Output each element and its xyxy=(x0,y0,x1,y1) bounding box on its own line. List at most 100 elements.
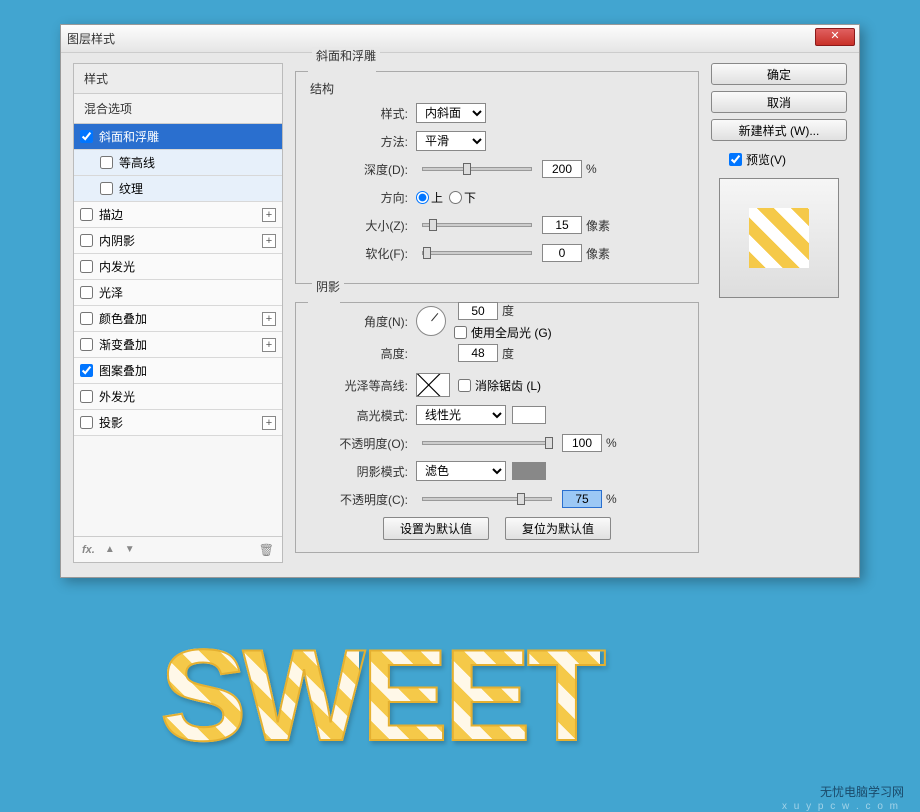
styles-list-panel: 样式 混合选项 斜面和浮雕等高线纹理描边 + 内阴影 + 内发光光泽颜色叠加 + 渐变叠加 +… xyxy=(73,63,283,563)
highlight-opacity-label: 不透明度(O): xyxy=(308,435,408,452)
structure-label: 结构 xyxy=(310,80,686,97)
shadow-color-swatch[interactable] xyxy=(512,462,546,480)
style-item-6[interactable]: 光泽 xyxy=(74,280,282,306)
plus-icon[interactable]: + xyxy=(262,416,276,430)
blending-options-header[interactable]: 混合选项 xyxy=(74,94,282,124)
reset-default-button[interactable]: 复位为默认值 xyxy=(505,517,611,540)
titlebar[interactable]: 图层样式 ✕ xyxy=(61,25,859,53)
style-item-10[interactable]: 外发光 xyxy=(74,384,282,410)
dialog-body: 样式 混合选项 斜面和浮雕等高线纹理描边 + 内阴影 + 内发光光泽颜色叠加 + 渐变叠加 +… xyxy=(61,53,859,577)
style-item-label: 渐变叠加 xyxy=(99,336,147,353)
angle-unit: 度 xyxy=(502,302,514,319)
style-item-8[interactable]: 渐变叠加 + xyxy=(74,332,282,358)
highlight-opacity-input[interactable] xyxy=(562,434,602,452)
plus-icon[interactable]: + xyxy=(262,208,276,222)
style-item-label: 颜色叠加 xyxy=(99,310,147,327)
antialias-checkbox[interactable]: 消除锯齿 (L) xyxy=(458,377,541,394)
shadow-mode-label: 阴影模式: xyxy=(308,463,408,480)
style-checkbox[interactable] xyxy=(80,286,93,299)
new-style-button[interactable]: 新建样式 (W)... xyxy=(711,119,847,141)
style-item-label: 内发光 xyxy=(99,258,135,275)
style-item-label: 纹理 xyxy=(119,180,143,197)
style-item-label: 斜面和浮雕 xyxy=(99,128,159,145)
angle-input[interactable] xyxy=(458,302,498,320)
style-checkbox[interactable] xyxy=(80,390,93,403)
style-item-3[interactable]: 描边 + xyxy=(74,202,282,228)
up-arrow-icon[interactable]: ▲ xyxy=(105,544,115,555)
style-item-label: 内阴影 xyxy=(99,232,135,249)
plus-icon[interactable]: + xyxy=(262,234,276,248)
watermark-text: 无忧电脑学习网 xyxy=(820,783,904,800)
style-item-2[interactable]: 纹理 xyxy=(74,176,282,202)
style-item-label: 描边 xyxy=(99,206,123,223)
direction-down-radio[interactable]: 下 xyxy=(449,189,476,206)
sweet-letter: W xyxy=(243,620,360,770)
sweet-letter: E xyxy=(444,620,525,770)
cancel-button[interactable]: 取消 xyxy=(711,91,847,113)
ok-button[interactable]: 确定 xyxy=(711,63,847,85)
trash-icon[interactable]: 🗑 xyxy=(259,543,274,557)
method-label: 方法: xyxy=(308,133,408,150)
style-checkbox[interactable] xyxy=(100,182,113,195)
angle-label: 角度(N): xyxy=(308,313,408,330)
style-checkbox[interactable] xyxy=(80,260,93,273)
depth-input[interactable] xyxy=(542,160,582,178)
styles-header[interactable]: 样式 xyxy=(74,64,282,94)
shadow-opacity-unit: % xyxy=(606,492,617,506)
preview-checkbox[interactable]: 预览(V) xyxy=(729,151,847,168)
altitude-input[interactable] xyxy=(458,344,498,362)
shadow-opacity-input[interactable] xyxy=(562,490,602,508)
altitude-unit: 度 xyxy=(502,345,514,362)
direction-up-radio[interactable]: 上 xyxy=(416,189,443,206)
highlight-mode-select[interactable]: 线性光 xyxy=(416,405,506,425)
fx-icon[interactable]: fx. xyxy=(82,544,95,556)
style-item-5[interactable]: 内发光 xyxy=(74,254,282,280)
preview-box xyxy=(719,178,839,298)
style-select[interactable]: 内斜面 xyxy=(416,103,486,123)
shadow-opacity-slider[interactable] xyxy=(422,497,552,501)
shadow-mode-select[interactable]: 滤色 xyxy=(416,461,506,481)
set-default-button[interactable]: 设置为默认值 xyxy=(383,517,489,540)
style-checkbox[interactable] xyxy=(80,364,93,377)
style-label: 样式: xyxy=(308,105,408,122)
style-checkbox[interactable] xyxy=(80,130,93,143)
shadow-legend: 阴影 xyxy=(312,278,344,295)
style-item-0[interactable]: 斜面和浮雕 xyxy=(74,124,282,150)
gloss-contour-picker[interactable] xyxy=(416,373,450,397)
shadow-fieldset: 阴影 角度(N): 度 使用全局光 (G) xyxy=(295,294,699,553)
layer-style-dialog: 图层样式 ✕ 样式 混合选项 斜面和浮雕等高线纹理描边+内阴影+内发光光泽颜色叠… xyxy=(60,24,860,578)
style-checkbox[interactable] xyxy=(80,208,93,221)
plus-icon[interactable]: + xyxy=(262,338,276,352)
close-button[interactable]: ✕ xyxy=(815,28,855,46)
soften-slider[interactable] xyxy=(422,251,532,255)
direction-label: 方向: xyxy=(308,189,408,206)
style-item-4[interactable]: 内阴影 + xyxy=(74,228,282,254)
style-item-9[interactable]: 图案叠加 xyxy=(74,358,282,384)
style-checkbox[interactable] xyxy=(80,338,93,351)
plus-icon[interactable]: + xyxy=(262,312,276,326)
method-select[interactable]: 平滑 xyxy=(416,131,486,151)
highlight-opacity-slider[interactable] xyxy=(422,441,552,445)
style-checkbox[interactable] xyxy=(80,312,93,325)
angle-dial[interactable] xyxy=(416,306,446,336)
style-item-11[interactable]: 投影+ xyxy=(74,410,282,436)
size-slider[interactable] xyxy=(422,223,532,227)
style-item-1[interactable]: 等高线 xyxy=(74,150,282,176)
highlight-color-swatch[interactable] xyxy=(512,406,546,424)
soften-input[interactable] xyxy=(542,244,582,262)
depth-slider[interactable] xyxy=(422,167,532,171)
highlight-mode-label: 高光模式: xyxy=(308,407,408,424)
style-checkbox[interactable] xyxy=(80,234,93,247)
gloss-contour-label: 光泽等高线: xyxy=(308,377,408,394)
style-item-label: 外发光 xyxy=(99,388,135,405)
down-arrow-icon[interactable]: ▼ xyxy=(125,544,135,555)
global-light-checkbox[interactable]: 使用全局光 (G) xyxy=(454,324,552,341)
bevel-legend: 斜面和浮雕 xyxy=(312,47,380,64)
style-checkbox[interactable] xyxy=(100,156,113,169)
style-checkbox[interactable] xyxy=(80,416,93,429)
bevel-emboss-fieldset: 斜面和浮雕 结构 样式: 内斜面 方法: 平滑 深度(D): xyxy=(295,63,699,284)
soften-label: 软化(F): xyxy=(308,245,408,262)
styles-footer: fx. ▲ ▼ 🗑 xyxy=(74,536,282,562)
size-input[interactable] xyxy=(542,216,582,234)
style-item-7[interactable]: 颜色叠加 + xyxy=(74,306,282,332)
